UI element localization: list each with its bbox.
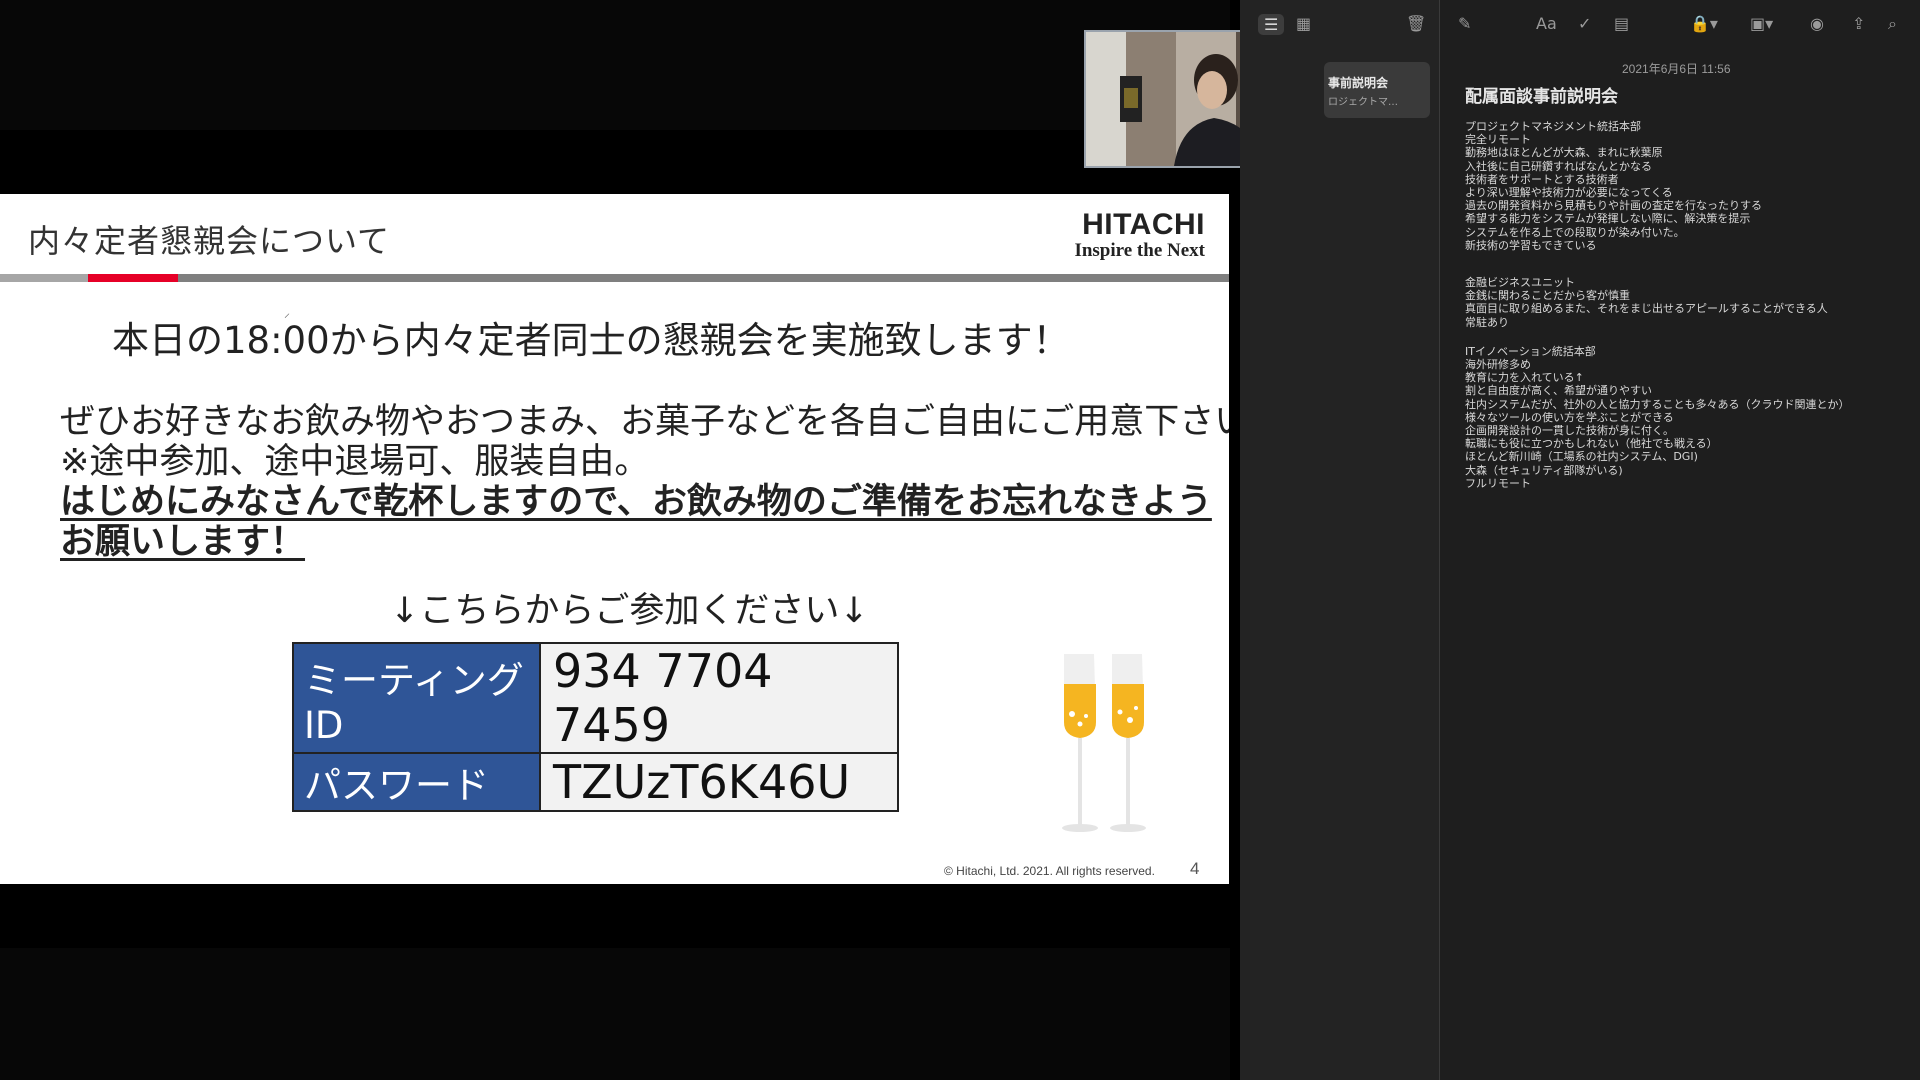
note-line: 過去の開発資料から見積もりや計画の査定を行なったりする — [1465, 199, 1762, 213]
note-line: 希望する能力をシステムが発揮しない際に、解決策を提示 — [1465, 212, 1751, 226]
right-glass-icon — [1110, 654, 1146, 832]
slide-title: 内々定者懇親会について — [28, 222, 391, 260]
note-line: システムを作る上での段取りが染み付いた。 — [1465, 225, 1685, 239]
password-value: TZUzT6K46U — [541, 754, 897, 810]
checklist-icon[interactable]: ✓ — [1578, 14, 1591, 33]
emphasis-line: お願いします！ — [60, 522, 306, 562]
note-line: ほとんど新川崎（工場系の社内システム、DGI) — [1465, 450, 1698, 464]
collaborate-icon[interactable]: ◉ — [1810, 14, 1824, 33]
list-view-icon[interactable]: ☰ — [1258, 14, 1285, 35]
notes-list-pane — [1240, 0, 1440, 1080]
notes-toolbar: ☰ ▦ 🗑 ✎ Aa ✓ ▤ 🔒▾ ▣▾ ◉ ⇪ ⌕ — [1240, 0, 1920, 50]
title-rule-accent — [88, 274, 178, 282]
logo-brand: HITACHI — [1082, 208, 1205, 241]
note-line: より深い理解や技術力が必要になってくる — [1465, 186, 1673, 200]
note-list-item-title: 事前説明会 — [1328, 76, 1389, 90]
meeting-id-value: 934 7704 7459 — [541, 644, 897, 754]
note-line: 完全リモート — [1465, 133, 1531, 147]
note-line: 常駐あり — [1465, 315, 1509, 329]
note-list-item-subtitle: ロジェクトマ… — [1328, 97, 1398, 108]
media-icon[interactable]: ▣▾ — [1750, 14, 1773, 33]
copyright-footer: © Hitachi, Ltd. 2021. All rights reserve… — [944, 864, 1155, 878]
note-line: ITイノベーション統括本部 — [1465, 344, 1596, 358]
gallery-view-icon[interactable]: ▦ — [1296, 14, 1311, 33]
note-line: 社内システムだが、社外の人と協力することも多々ある（クラウド関連とか） — [1465, 397, 1850, 411]
note-list-item[interactable]: 事前説明会 ロジェクトマ… — [1324, 62, 1430, 118]
note-line: 勤務地はほとんどが大森、まれに秋葉原 — [1465, 146, 1663, 160]
note-line: 転職にも役に立つかもしれない（他社でも戦える） — [1465, 437, 1718, 451]
emphasis-line: はじめにみなさんで乾杯しますので、お飲み物のご準備をお忘れなきよう — [60, 482, 1212, 522]
note-line: 金融ビジネスユニット — [1465, 276, 1575, 290]
title-rule-light-segment — [0, 274, 88, 282]
note-title[interactable]: 配属面談事前説明会 — [1465, 82, 1618, 107]
shared-slide: 内々定者懇親会について HITACHI Inspire the Next ⸝ 本… — [0, 194, 1229, 884]
hitachi-logo: HITACHI Inspire the Next — [1074, 210, 1205, 262]
left-glass-icon — [1062, 654, 1098, 832]
note-line: 技術者をサポートとする技術者 — [1465, 172, 1619, 186]
note-spacer — [1465, 252, 1915, 276]
search-icon[interactable]: ⌕ — [1888, 14, 1897, 34]
note-line: 割と自由度が高く、希望が通りやすい — [1465, 384, 1652, 398]
password-label: パスワード — [294, 754, 541, 810]
meeting-window: 内々定者懇親会について HITACHI Inspire the Next ⸝ 本… — [0, 0, 1326, 1080]
champagne-glasses-icon — [1062, 654, 1146, 832]
join-instruction: ↓こちらからご参加ください↓ — [390, 591, 869, 631]
note-line: 海外研修多め — [1465, 358, 1531, 372]
body-line: ※途中参加、途中退場可、服装自由。 — [60, 442, 650, 482]
trash-icon[interactable]: 🗑 — [1406, 14, 1426, 33]
note-line: 教育に力を入れている↑ — [1465, 371, 1584, 385]
compose-icon[interactable]: ✎ — [1458, 14, 1471, 33]
note-line: 真面目に取り組めるまた、それをまじ出せるアピールすることができる人 — [1465, 302, 1828, 316]
note-line: プロジェクトマネジメント統括本部 — [1465, 120, 1641, 133]
note-line: 入社後に自己研鑽すればなんとかなる — [1465, 159, 1652, 173]
format-text-icon[interactable]: Aa — [1536, 14, 1557, 33]
note-line: 様々なツールの使い方を学ぶことができる — [1465, 410, 1674, 424]
note-body[interactable]: プロジェクトマネジメント統括本部 完全リモート 勤務地はほとんどが大森、まれに秋… — [1465, 120, 1915, 490]
note-line: 金銭に関わることだから客が慎重 — [1465, 289, 1630, 303]
meeting-top-band — [0, 0, 1230, 130]
note-line: 大森（セキュリティ部隊がいる) — [1465, 463, 1623, 477]
title-rule — [0, 274, 1229, 282]
notes-app-window: ☰ ▦ 🗑 ✎ Aa ✓ ▤ 🔒▾ ▣▾ ◉ ⇪ ⌕ 事前説明会 ロジェクトマ…… — [1240, 0, 1920, 1080]
table-icon[interactable]: ▤ — [1614, 14, 1629, 33]
note-date: 2021年6月6日 11:56 — [1622, 62, 1731, 76]
share-icon[interactable]: ⇪ — [1852, 14, 1865, 33]
slide-body: ぜひお好きなお飲み物やおつまみ、お菓子などを各自ご自由にご用意下さい。 ※途中参… — [60, 402, 1229, 562]
meeting-id-label: ミーティングID — [294, 644, 541, 754]
meeting-bottom-band — [0, 948, 1230, 1080]
slide-headline: 本日の18:00から内々定者同士の懇親会を実施致します！ — [112, 319, 1070, 362]
body-line: ぜひお好きなお飲み物やおつまみ、お菓子などを各自ご自由にご用意下さい。 — [60, 402, 1229, 442]
desktop-screen: 内々定者懇親会について HITACHI Inspire the Next ⸝ 本… — [0, 0, 1920, 1080]
lock-icon[interactable]: 🔒▾ — [1690, 14, 1718, 33]
logo-tagline: Inspire the Next — [1074, 240, 1205, 261]
note-line: 企画開発設計の一貫した技術が身に付く。 — [1465, 424, 1674, 438]
slide-page-number: 4 — [1190, 859, 1200, 878]
note-spacer — [1465, 329, 1915, 345]
note-line: 新技術の学習もできている — [1465, 238, 1597, 252]
meeting-info-table: ミーティングID 934 7704 7459 パスワード TZUzT6K46U — [292, 642, 899, 812]
note-line: フルリモート — [1465, 476, 1531, 490]
